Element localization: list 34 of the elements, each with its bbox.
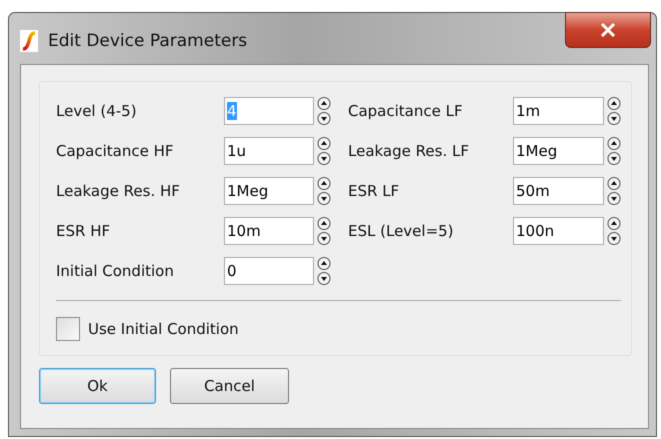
spinner-icon[interactable]	[607, 176, 621, 206]
field-label: ESR HF	[56, 222, 112, 240]
spinner-icon[interactable]	[607, 96, 621, 126]
field-label: Leakage Res. LF	[348, 142, 470, 160]
dialog-button[interactable]: Cancel	[170, 368, 289, 404]
input-field[interactable]: 1u	[224, 137, 314, 165]
close-button[interactable]	[565, 12, 651, 48]
field-label: Capacitance HF	[56, 142, 175, 160]
dialog-button[interactable]: Ok	[39, 368, 156, 404]
spinner-icon[interactable]	[607, 216, 621, 246]
close-icon	[600, 23, 616, 37]
field-label: ESR LF	[348, 182, 400, 200]
spinner-icon[interactable]	[317, 176, 331, 206]
field-label: Leakage Res. HF	[56, 182, 181, 200]
spinner-icon[interactable]	[607, 136, 621, 166]
app-logo-icon	[20, 30, 38, 52]
spinner-icon[interactable]	[317, 256, 331, 286]
field-label: ESL (Level=5)	[348, 222, 455, 240]
input-field[interactable]: 0	[224, 257, 314, 285]
input-field[interactable]: 50m	[513, 177, 604, 205]
field-label: Initial Condition	[56, 262, 175, 280]
spinner-icon[interactable]	[317, 96, 331, 126]
spinner-icon[interactable]	[317, 216, 331, 246]
window-title: Edit Device Parameters	[48, 30, 248, 50]
input-field[interactable]: 1m	[513, 97, 604, 125]
checkbox[interactable]	[56, 317, 80, 341]
checkbox-label: Use Initial Condition	[88, 320, 239, 338]
input-field[interactable]: 10m	[224, 217, 314, 245]
input-field[interactable]: 1Meg	[513, 137, 604, 165]
input-field[interactable]: 1Meg	[224, 177, 314, 205]
spinner-icon[interactable]	[317, 136, 331, 166]
field-label: Capacitance LF	[348, 102, 464, 120]
input-field[interactable]: 100n	[513, 217, 604, 245]
field-label: Level (4-5)	[56, 102, 138, 120]
